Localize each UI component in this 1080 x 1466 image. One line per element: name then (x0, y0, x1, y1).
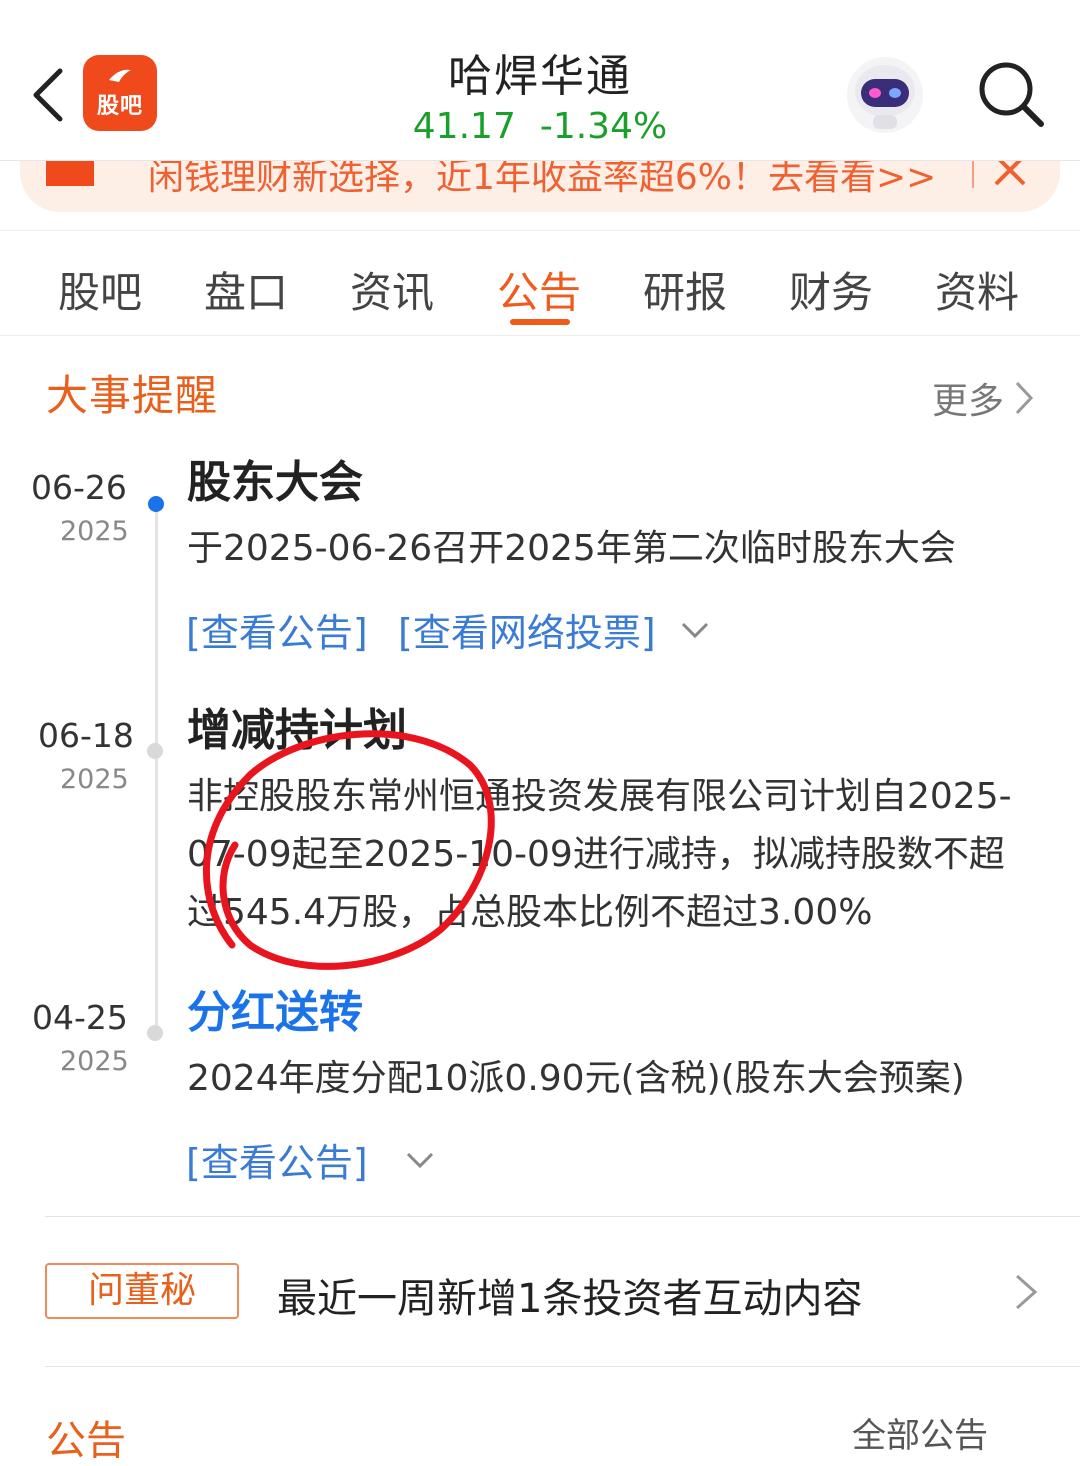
event-desc: 于2025-06-26召开2025年第二次临时股东大会 (187, 528, 956, 569)
event-date: 06-18 (38, 716, 134, 755)
tab-profile[interactable]: 资料 (935, 259, 1019, 320)
timeline-line (155, 505, 158, 1035)
chevron-right-icon[interactable] (1012, 1272, 1040, 1312)
chevron-left-icon (33, 68, 63, 122)
tab-announcements[interactable]: 公告 (497, 259, 581, 320)
chevron-down-icon[interactable] (680, 620, 710, 642)
tab-guba[interactable]: 股吧 (58, 259, 142, 320)
tab-pankou[interactable]: 盘口 (204, 259, 288, 320)
event-date: 04-25 (32, 998, 128, 1037)
event-year: 2025 (60, 764, 129, 795)
event-year: 2025 (60, 516, 129, 547)
view-online-vote-link[interactable]: [查看网络投票] (398, 602, 656, 657)
announcements-section-title: 公告 (46, 1418, 126, 1464)
tab-bar: 股吧 盘口 资讯 公告 研报 财务 资料 (0, 230, 1080, 336)
tab-news[interactable]: 资讯 (350, 259, 434, 320)
stock-change: -1.34% (539, 106, 668, 147)
ask-secretary-badge[interactable]: 问董秘 (45, 1263, 239, 1319)
event-date: 06-26 (31, 468, 127, 507)
search-icon (979, 62, 1044, 127)
timeline-dot (147, 743, 163, 759)
stock-name: 哈焊华通 (448, 51, 632, 102)
tab-research[interactable]: 研报 (643, 259, 727, 320)
view-announcement-link[interactable]: [查看公告] (186, 1132, 368, 1187)
event-desc: 非控股股东常州恒通投资发展有限公司计划自2025-07-09起至2025-10-… (187, 776, 1012, 933)
ai-assistant-button[interactable] (843, 55, 927, 135)
promo-icon (46, 160, 94, 186)
stock-quote: 41.17 -1.34% (340, 106, 740, 147)
event-title: 股东大会 (187, 457, 363, 508)
timeline-dot-active (148, 496, 164, 512)
divider (45, 1216, 1080, 1217)
event-title[interactable]: 分红送转 (187, 976, 363, 1040)
guba-logo[interactable]: 股吧 (83, 55, 157, 131)
top-bar: 股吧 哈焊华通 41.17 -1.34% (0, 0, 1080, 161)
guba-mark-icon (109, 69, 131, 82)
more-events-link[interactable]: 更多 (932, 372, 1034, 424)
search-button[interactable] (975, 58, 1047, 130)
back-button[interactable] (22, 60, 74, 130)
chevron-down-icon[interactable] (405, 1150, 435, 1172)
investor-interaction-text[interactable]: 最近一周新增1条投资者互动内容 (277, 1266, 862, 1324)
chevron-right-icon (1015, 381, 1034, 415)
event-desc: 2024年度分配10派0.90元(含税)(股东大会预案) (187, 1058, 965, 1099)
logo-text: 股吧 (96, 94, 143, 119)
more-label: 更多 (932, 381, 1005, 422)
event-title: 增减持计划 (187, 705, 407, 756)
promo-divider (972, 160, 974, 188)
tab-finance[interactable]: 财务 (789, 259, 873, 320)
stock-price: 41.17 (412, 106, 516, 147)
robot-icon (847, 57, 923, 133)
active-tab-indicator (510, 319, 570, 325)
events-section-title: 大事提醒 (46, 371, 219, 420)
timeline-dot (147, 1025, 163, 1041)
event-year: 2025 (60, 1046, 129, 1077)
view-announcement-link[interactable]: [查看公告] (186, 602, 368, 657)
divider (45, 1366, 1080, 1367)
